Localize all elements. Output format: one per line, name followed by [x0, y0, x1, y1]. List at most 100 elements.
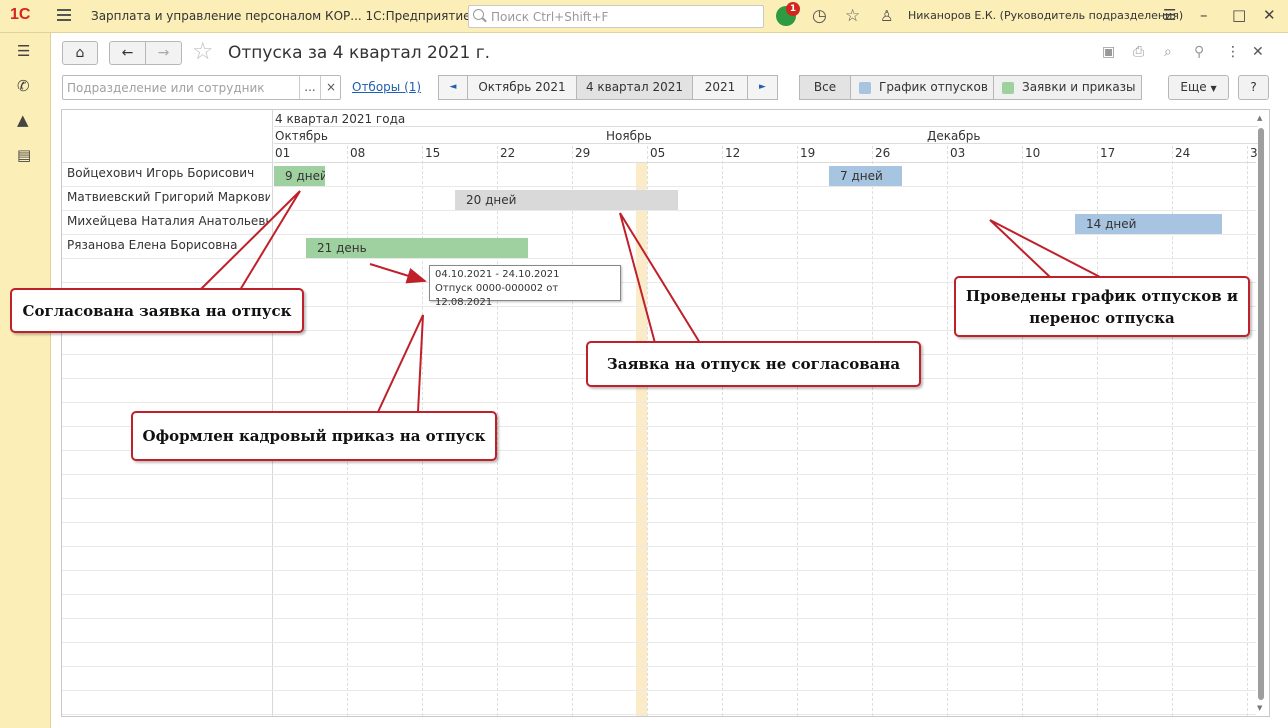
week-gridline — [497, 146, 498, 716]
day-header: 29 — [575, 146, 591, 160]
back-button[interactable]: ← — [109, 41, 146, 65]
current-user[interactable]: Никаноров Е.К. (Руководитель подразделен… — [908, 9, 1183, 22]
day-header: 10 — [1025, 146, 1041, 160]
print-icon[interactable]: ⎙ — [1133, 44, 1144, 60]
week-gridline — [1022, 146, 1023, 716]
tooltip-dates: 04.10.2021 - 24.10.2021 — [435, 269, 560, 280]
vacation-bar[interactable]: 7 дней — [829, 166, 902, 186]
day-header: 08 — [350, 146, 366, 160]
home-button[interactable]: ⌂ — [62, 41, 98, 65]
legend-all-button[interactable]: Все — [799, 75, 851, 100]
period-year-button[interactable]: 2021 — [692, 75, 748, 100]
preview-icon[interactable]: ⌕ — [1164, 44, 1172, 60]
day-header: 05 — [650, 146, 666, 160]
more-actions-icon[interactable]: ⋮ — [1226, 44, 1240, 60]
header-separator — [274, 126, 1258, 127]
day-header: 24 — [1175, 146, 1191, 160]
row-gridline — [62, 498, 1256, 499]
forward-button[interactable]: → — [145, 41, 182, 65]
favorites-icon[interactable]: ☆ — [845, 7, 860, 25]
row-gridline — [62, 594, 1256, 595]
link-icon[interactable]: ⚲ — [1194, 44, 1204, 60]
settings-icon[interactable]: ☰ — [1163, 6, 1176, 24]
callout-hr-order: Оформлен кадровый приказ на отпуск — [131, 411, 497, 461]
row-gridline — [62, 210, 1256, 211]
week-gridline — [872, 146, 873, 716]
favorite-star-icon[interactable]: ☆ — [192, 38, 214, 64]
user-icon[interactable]: ♙ — [880, 7, 893, 25]
more-button-label: Еще — [1180, 80, 1207, 94]
header-separator — [274, 143, 1258, 144]
dropdown-arrow-icon: ▼ — [1210, 84, 1217, 93]
filter-clear-button[interactable]: × — [320, 76, 341, 99]
app-title: Зарплата и управление персоналом КОР... … — [91, 9, 471, 23]
employee-name[interactable]: Матвиевский Григорий Маркович — [67, 190, 270, 204]
employee-name[interactable]: Михейцева Наталия Анатольевна — [67, 214, 270, 228]
day-header: 03 — [950, 146, 966, 160]
main-menu-icon[interactable] — [57, 9, 71, 21]
week-gridline — [947, 146, 948, 716]
vertical-scrollbar[interactable]: ▲ ▼ — [1256, 114, 1268, 714]
orders-swatch — [1002, 82, 1014, 94]
day-header: 22 — [500, 146, 516, 160]
month-header-oct: Октябрь — [275, 129, 328, 143]
vacation-bar[interactable]: 20 дней — [455, 190, 678, 210]
period-month-button[interactable]: Октябрь 2021 — [467, 75, 577, 100]
week-gridline — [797, 146, 798, 716]
phone-icon[interactable]: ✆ — [17, 78, 30, 94]
education-icon[interactable]: ▲ — [17, 112, 29, 128]
save-icon[interactable]: ▣ — [1102, 44, 1115, 60]
week-gridline — [1247, 146, 1248, 716]
selections-link[interactable]: Отборы (1) — [352, 80, 421, 94]
employee-name[interactable]: Рязанова Елена Борисовна — [67, 238, 270, 252]
filter-placeholder: Подразделение или сотрудник — [67, 81, 265, 95]
callout-schedule: Проведены график отпусков и перенос отпу… — [954, 276, 1250, 337]
legend-orders-button[interactable]: Заявки и приказы — [993, 75, 1142, 100]
filter-select-button[interactable]: ... — [299, 76, 320, 99]
period-next-button[interactable]: ► — [747, 75, 778, 100]
maximize-icon[interactable]: □ — [1232, 6, 1246, 24]
row-gridline — [62, 186, 1256, 187]
tooltip-document: Отпуск 0000-000002 от 12.08.2021 — [435, 283, 559, 308]
id-card-icon[interactable]: ▤ — [17, 147, 31, 163]
vacation-bar[interactable]: 9 дней — [274, 166, 325, 186]
period-quarter-button[interactable]: 4 квартал 2021 — [576, 75, 693, 100]
minimize-icon[interactable]: – — [1200, 6, 1208, 24]
period-header: 4 квартал 2021 года — [275, 112, 406, 126]
search-icon — [473, 9, 484, 20]
scroll-up-icon[interactable]: ▲ — [1257, 114, 1262, 122]
header-separator — [62, 162, 1256, 163]
menu-icon[interactable]: ☰ — [17, 43, 30, 59]
employee-filter-input[interactable]: Подразделение или сотрудник ... × — [62, 75, 341, 100]
row-gridline — [62, 642, 1256, 643]
vacation-bar[interactable]: 21 день — [306, 238, 528, 258]
more-button[interactable]: Еще ▼ — [1168, 75, 1229, 100]
current-date-marker — [636, 162, 647, 716]
row-gridline — [62, 258, 1256, 259]
row-gridline — [62, 234, 1256, 235]
legend-schedule-button[interactable]: График отпусков — [850, 75, 994, 100]
scrollbar-thumb[interactable] — [1258, 128, 1264, 700]
row-gridline — [62, 474, 1256, 475]
period-prev-button[interactable]: ◄ — [438, 75, 468, 100]
week-gridline — [722, 146, 723, 716]
close-icon[interactable]: ✕ — [1263, 6, 1276, 24]
day-header: 19 — [800, 146, 816, 160]
row-gridline — [62, 714, 1256, 715]
global-search-input[interactable]: Поиск Ctrl+Shift+F — [468, 5, 764, 28]
history-icon[interactable]: ◷ — [812, 7, 827, 25]
callout-not-approved: Заявка на отпуск не согласована — [586, 341, 921, 387]
search-placeholder: Поиск Ctrl+Shift+F — [491, 10, 609, 24]
title-bar: 1С Зарплата и управление персоналом КОР.… — [0, 0, 1288, 33]
day-header: 26 — [875, 146, 891, 160]
help-button[interactable]: ? — [1238, 75, 1269, 100]
notifications-badge: 1 — [786, 2, 800, 16]
vacation-tooltip: 04.10.2021 - 24.10.2021 Отпуск 0000-0000… — [429, 265, 621, 308]
app-logo: 1С — [10, 6, 31, 23]
scroll-down-icon[interactable]: ▼ — [1257, 704, 1262, 712]
day-header: 17 — [1100, 146, 1116, 160]
close-form-icon[interactable]: ✕ — [1252, 44, 1264, 60]
vacation-bar[interactable]: 14 дней — [1075, 214, 1222, 234]
employee-name[interactable]: Войцехович Игорь Борисович — [67, 166, 270, 180]
day-header: 15 — [425, 146, 441, 160]
